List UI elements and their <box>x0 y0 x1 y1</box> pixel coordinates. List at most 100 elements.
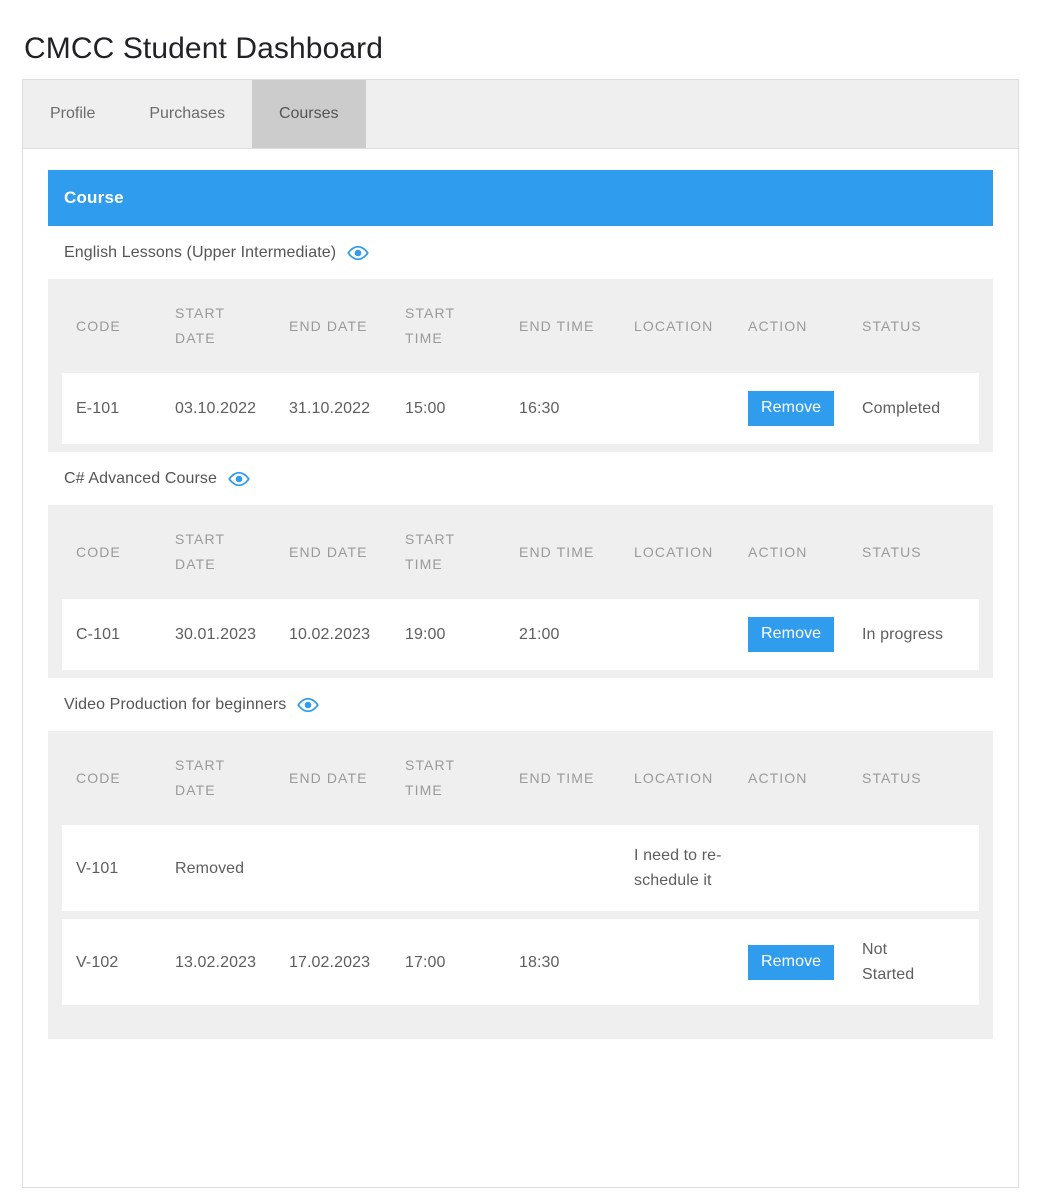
schedule-table: CODE START DATE END DATE START TIME END TIME… <box>62 279 979 444</box>
column-header-end-date: END DATE <box>289 505 405 599</box>
courses-tab-panel: Course English Lessons (Upper Intermedia… <box>23 149 1018 1039</box>
column-header-end-time: END TIME <box>519 731 634 825</box>
cell-start-time <box>405 825 519 911</box>
remove-button[interactable]: Remove <box>748 617 835 652</box>
course-header-label: Course <box>64 188 124 207</box>
table-row: C-101 30.01.2023 10.02.2023 19:00 21:00 Remov… <box>62 599 979 670</box>
course-section-gap <box>48 670 993 678</box>
cell-end-time: 21:00 <box>519 599 634 670</box>
course-title-row: Video Production for beginners <box>48 678 993 731</box>
status-badge: In progress <box>862 626 944 643</box>
cell-start-date: 03.10.2022 <box>175 373 289 444</box>
column-header-code: CODE <box>62 731 175 825</box>
eye-icon[interactable] <box>228 471 250 487</box>
table-header-row: CODE START DATE END DATE START TIME END TIME… <box>62 731 979 825</box>
cell-code: V-101 <box>62 825 175 911</box>
cell-action: Remove <box>748 919 862 1005</box>
cell-start-time: 17:00 <box>405 919 519 1005</box>
cell-code: V-102 <box>62 919 175 1005</box>
column-header-code: CODE <box>62 279 175 373</box>
column-header-start-date: START DATE <box>175 279 289 373</box>
course-table-header: Course <box>48 170 993 226</box>
remove-button[interactable]: Remove <box>748 391 835 426</box>
cell-action: Remove <box>748 599 862 670</box>
cell-status <box>862 825 979 911</box>
cell-end-date: 10.02.2023 <box>289 599 405 670</box>
course-title-row: C# Advanced Course <box>48 452 993 505</box>
column-header-action: ACTION <box>748 731 862 825</box>
schedule-table-wrapper: CODE START DATE END DATE START TIME END TIME… <box>48 731 993 1005</box>
table-header-row: CODE START DATE END DATE START TIME END TIME… <box>62 505 979 599</box>
cell-status: In progress <box>862 599 979 670</box>
column-header-start-time: START TIME <box>405 731 519 825</box>
cell-location: I need to re-schedule it <box>634 825 748 911</box>
cell-end-time <box>519 825 634 911</box>
courses-panel: English Lessons (Upper Intermediate) COD… <box>48 226 993 1039</box>
dashboard-card: Profile Purchases Courses Course English L… <box>22 79 1019 1188</box>
table-row: V-102 13.02.2023 17.02.2023 17:00 18:30 Remov… <box>62 919 979 1005</box>
tab-purchases[interactable]: Purchases <box>122 80 252 148</box>
eye-icon[interactable] <box>297 697 320 713</box>
column-header-status: STATUS <box>862 731 979 825</box>
cell-end-time: 16:30 <box>519 373 634 444</box>
cell-code: C-101 <box>62 599 175 670</box>
tab-courses[interactable]: Courses <box>251 80 366 148</box>
column-header-location: LOCATION <box>634 505 748 599</box>
cell-location <box>634 373 748 444</box>
status-badge: Completed <box>862 400 941 417</box>
column-header-code: CODE <box>62 505 175 599</box>
cell-action <box>748 825 862 911</box>
course-name: Video Production for beginners <box>64 696 287 713</box>
tab-label: Purchases <box>149 105 225 122</box>
cell-end-date: 31.10.2022 <box>289 373 405 444</box>
column-header-location: LOCATION <box>634 731 748 825</box>
cell-start-time: 15:00 <box>405 373 519 444</box>
table-row: E-101 03.10.2022 31.10.2022 15:00 16:30 Remov… <box>62 373 979 444</box>
remove-button[interactable]: Remove <box>748 944 835 980</box>
cell-status: Not Started <box>862 919 979 1005</box>
cell-status: Completed <box>862 373 979 444</box>
column-header-start-time: START TIME <box>405 279 519 373</box>
schedule-table-wrapper: CODE START DATE END DATE START TIME END TIME… <box>48 279 993 444</box>
cell-location <box>634 599 748 670</box>
column-header-start-time: START TIME <box>405 505 519 599</box>
column-header-end-date: END DATE <box>289 279 405 373</box>
tab-label: Courses <box>278 105 339 122</box>
eye-icon[interactable] <box>347 245 369 261</box>
tab-strip: Profile Purchases Courses <box>23 80 1018 149</box>
column-header-end-time: END TIME <box>519 505 634 599</box>
row-spacer <box>62 911 979 919</box>
tab-profile[interactable]: Profile <box>23 80 122 148</box>
cell-start-date: 13.02.2023 <box>175 919 289 1005</box>
cell-end-date: 17.02.2023 <box>289 919 405 1005</box>
table-row: V-101 Removed I need to re-schedule it <box>62 825 979 911</box>
cell-start-date: 30.01.2023 <box>175 599 289 670</box>
row-spacer-cell <box>62 911 979 919</box>
column-header-start-date: START DATE <box>175 731 289 825</box>
cell-start-date: Removed <box>175 825 289 911</box>
cell-code: E-101 <box>62 373 175 444</box>
column-header-status: STATUS <box>862 279 979 373</box>
tab-label: Profile <box>50 105 96 122</box>
schedule-table: CODE START DATE END DATE START TIME END TIME… <box>62 731 979 1005</box>
column-header-end-time: END TIME <box>519 279 634 373</box>
cell-end-time: 18:30 <box>519 919 634 1005</box>
column-header-status: STATUS <box>862 505 979 599</box>
column-header-end-date: END DATE <box>289 731 405 825</box>
course-section-gap <box>48 444 993 452</box>
schedule-table: CODE START DATE END DATE START TIME END TIME… <box>62 505 979 670</box>
cell-end-date <box>289 825 405 911</box>
cell-location <box>634 919 748 1005</box>
column-header-location: LOCATION <box>634 279 748 373</box>
cell-start-time: 19:00 <box>405 599 519 670</box>
schedule-table-wrapper: CODE START DATE END DATE START TIME END TIME… <box>48 505 993 670</box>
course-name: C# Advanced Course <box>64 470 218 487</box>
column-header-action: ACTION <box>748 505 862 599</box>
column-header-action: ACTION <box>748 279 862 373</box>
table-header-row: CODE START DATE END DATE START TIME END TIME… <box>62 279 979 373</box>
course-title-row: English Lessons (Upper Intermediate) <box>48 226 993 279</box>
status-badge: Not Started <box>862 941 915 983</box>
page-title: CMCC Student Dashboard <box>24 32 384 66</box>
course-name: English Lessons (Upper Intermediate) <box>64 244 337 261</box>
column-header-start-date: START DATE <box>175 505 289 599</box>
